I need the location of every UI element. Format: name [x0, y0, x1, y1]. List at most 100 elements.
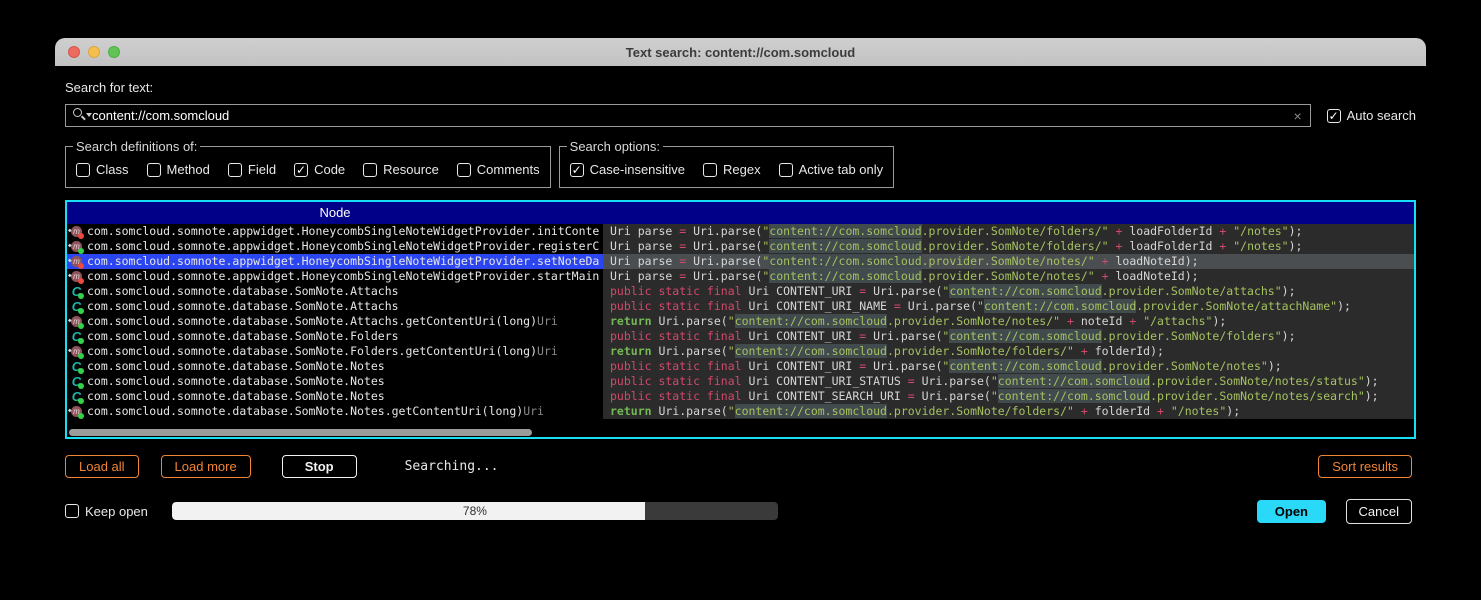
code-token: ); — [1281, 329, 1296, 343]
checkbox-icon: ✓ — [703, 162, 718, 177]
code-token: Uri.parse( — [686, 224, 763, 238]
result-row[interactable]: m ◆ com.somcloud.somnote.appwidget.Honeyco… — [67, 269, 1414, 284]
code-token: .provider.SomNote/notes" — [1101, 359, 1268, 373]
text-search-dialog: Text search: content://com.somcloud Sear… — [55, 38, 1426, 524]
option-regex-checkbox[interactable]: ✓ Regex — [703, 162, 761, 177]
result-row[interactable]: m ◆ com.somcloud.somnote.database.SomNote.… — [67, 404, 1414, 419]
result-row[interactable]: Ccom.somcloud.somnote.database.SomNote.A… — [67, 299, 1414, 314]
code-token: + — [1122, 314, 1144, 328]
node-cell[interactable]: m ◆ com.somcloud.somnote.database.SomNote.… — [67, 344, 603, 359]
code-cell[interactable]: public static final Uri CONTENT_SEARCH_U… — [603, 389, 1414, 404]
match-highlight: content://com.somcloud — [734, 314, 887, 328]
result-row[interactable]: Ccom.somcloud.somnote.database.SomNote.N… — [67, 359, 1414, 374]
definition-code-checkbox[interactable]: ✓ Code — [294, 162, 345, 177]
code-token: Uri CONTENT_URI_NAME — [741, 299, 894, 313]
result-row[interactable]: Ccom.somcloud.somnote.database.SomNote.F… — [67, 329, 1414, 344]
clear-search-icon[interactable]: × — [1291, 108, 1303, 124]
horizontal-scrollbar[interactable] — [67, 428, 1414, 437]
zoom-window-button[interactable] — [108, 46, 120, 58]
node-cell[interactable]: Ccom.somcloud.somnote.database.SomNote.F… — [67, 329, 603, 344]
code-token: loadNoteId — [1115, 254, 1185, 268]
search-field[interactable]: × — [65, 104, 1311, 127]
match-highlight: content://com.somcloud — [769, 239, 922, 253]
code-cell[interactable]: return Uri.parse("content://com.somcloud… — [603, 314, 1414, 329]
titlebar: Text search: content://com.somcloud — [55, 38, 1426, 66]
definition-field-checkbox[interactable]: ✓ Field — [227, 162, 276, 177]
code-token: = — [907, 389, 915, 403]
code-token: ); — [1267, 359, 1282, 373]
code-cell[interactable]: Uri parse = Uri.parse("content://com.som… — [603, 254, 1414, 269]
code-cell[interactable]: public static final Uri CONTENT_URI = Ur… — [603, 284, 1414, 299]
node-cell[interactable]: Ccom.somcloud.somnote.database.SomNote.A… — [67, 299, 603, 314]
window-title: Text search: content://com.somcloud — [625, 44, 856, 60]
load-more-button[interactable]: Load more — [160, 455, 251, 478]
code-cell[interactable]: return Uri.parse("content://com.somcloud… — [603, 344, 1414, 359]
node-cell[interactable]: Ccom.somcloud.somnote.database.SomNote.A… — [67, 284, 603, 299]
code-token: Uri parse — [610, 239, 680, 253]
node-text: com.somcloud.somnote.database.SomNote.No… — [87, 374, 385, 388]
code-cell[interactable]: Uri parse = Uri.parse("content://com.som… — [603, 269, 1414, 284]
node-cell[interactable]: Ccom.somcloud.somnote.database.SomNote.N… — [67, 389, 603, 404]
search-icon[interactable] — [72, 108, 92, 123]
method-icon: m ◆ — [68, 345, 84, 359]
node-cell[interactable]: m ◆ com.somcloud.somnote.database.SomNote.… — [67, 404, 603, 419]
node-cell[interactable]: m ◆ com.somcloud.somnote.appwidget.Honeyco… — [67, 224, 603, 239]
result-row[interactable]: m ◆ com.somcloud.somnote.database.SomNote.… — [67, 314, 1414, 329]
node-column-header[interactable]: Node — [67, 202, 603, 224]
keep-open-checkbox[interactable]: ✓ Keep open — [65, 504, 148, 519]
code-token: "/notes" — [1233, 239, 1289, 253]
node-cell[interactable]: m ◆ com.somcloud.somnote.appwidget.Honeyco… — [67, 254, 603, 269]
code-token: + — [1073, 344, 1095, 358]
result-row[interactable]: m ◆ com.somcloud.somnote.appwidget.Honeyco… — [67, 224, 1414, 239]
checkbox-icon: ✓ — [1326, 108, 1341, 123]
open-button[interactable]: Open — [1256, 499, 1326, 523]
minimize-window-button[interactable] — [88, 46, 100, 58]
search-input[interactable] — [92, 108, 1292, 123]
node-cell[interactable]: m ◆ com.somcloud.somnote.appwidget.Honeyco… — [67, 239, 603, 254]
code-cell[interactable]: public static final Uri CONTENT_URI = Ur… — [603, 329, 1414, 344]
cancel-button[interactable]: Cancel — [1345, 498, 1412, 524]
option-active-tab-only-checkbox[interactable]: ✓ Active tab only — [778, 162, 883, 177]
definition-class-checkbox[interactable]: ✓ Class — [76, 162, 129, 177]
code-token: Uri.parse( — [686, 269, 763, 283]
node-cell[interactable]: m ◆ com.somcloud.somnote.database.SomNote.… — [67, 314, 603, 329]
checkbox-icon: ✓ — [65, 504, 79, 518]
results-table: Node m ◆ com.somcloud.somnote.appwidget.Ho… — [65, 200, 1416, 439]
code-cell[interactable]: Uri parse = Uri.parse("content://com.som… — [603, 224, 1414, 239]
node-cell[interactable]: m ◆ com.somcloud.somnote.appwidget.Honeyco… — [67, 269, 603, 284]
load-all-button[interactable]: Load all — [65, 455, 139, 478]
code-token: " — [990, 389, 998, 403]
checkbox-icon: ✓ — [363, 162, 378, 177]
definition-resource-checkbox[interactable]: ✓ Resource — [363, 162, 439, 177]
code-token: + — [1073, 404, 1095, 418]
code-token: Uri CONTENT_URI — [741, 329, 860, 343]
result-row[interactable]: m ◆ com.somcloud.somnote.database.SomNote.… — [67, 344, 1414, 359]
option-checkbox-label: Regex — [723, 162, 761, 177]
definition-comments-checkbox[interactable]: ✓ Comments — [456, 162, 540, 177]
result-row[interactable]: m ◆ com.somcloud.somnote.appwidget.Honeyco… — [67, 254, 1414, 269]
definition-method-checkbox[interactable]: ✓ Method — [146, 162, 210, 177]
auto-search-checkbox[interactable]: ✓ Auto search — [1326, 108, 1416, 123]
close-window-button[interactable] — [68, 46, 80, 58]
stop-button[interactable]: Stop — [281, 455, 357, 478]
result-row[interactable]: m ◆ com.somcloud.somnote.appwidget.Honeyco… — [67, 239, 1414, 254]
result-row[interactable]: Ccom.somcloud.somnote.database.SomNote.N… — [67, 389, 1414, 404]
code-cell[interactable]: public static final Uri CONTENT_URI_STAT… — [603, 374, 1414, 389]
result-row[interactable]: Ccom.somcloud.somnote.database.SomNote.N… — [67, 374, 1414, 389]
code-token: Uri.parse( — [900, 299, 977, 313]
code-cell[interactable]: public static final Uri CONTENT_URI = Ur… — [603, 359, 1414, 374]
option-case-insensitive-checkbox[interactable]: ✓ Case-insensitive — [569, 162, 685, 177]
code-cell[interactable]: public static final Uri CONTENT_URI_NAME… — [603, 299, 1414, 314]
match-highlight: content://com.somcloud — [734, 404, 887, 418]
scrollbar-thumb[interactable] — [69, 429, 532, 436]
code-token: loadFolderId — [1129, 239, 1213, 253]
code-cell[interactable]: return Uri.parse("content://com.somcloud… — [603, 404, 1414, 419]
node-cell[interactable]: Ccom.somcloud.somnote.database.SomNote.N… — [67, 359, 603, 374]
sort-results-button[interactable]: Sort results — [1318, 455, 1412, 478]
code-token: .provider.SomNote/notes/" — [921, 269, 1095, 283]
code-token: noteId — [1080, 314, 1123, 328]
node-cell[interactable]: Ccom.somcloud.somnote.database.SomNote.N… — [67, 374, 603, 389]
class-icon: C — [69, 285, 84, 299]
result-row[interactable]: Ccom.somcloud.somnote.database.SomNote.A… — [67, 284, 1414, 299]
code-cell[interactable]: Uri parse = Uri.parse("content://com.som… — [603, 239, 1414, 254]
